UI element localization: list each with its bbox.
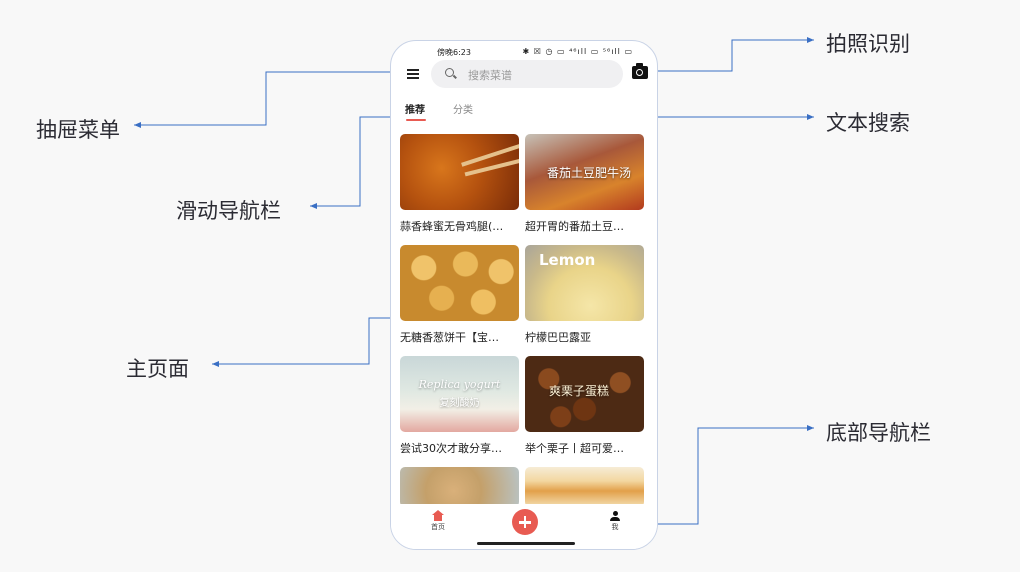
annotation-search: 文本搜索 xyxy=(826,111,910,135)
bottom-nav: 首页 我 xyxy=(391,504,657,549)
recipe-image[interactable]: 番茄土豆肥牛汤 xyxy=(525,134,644,210)
annotation-main-page: 主页面 xyxy=(126,357,189,381)
recipe-title[interactable]: 柠檬巴巴露亚 xyxy=(525,329,644,345)
nav-home-label: 首页 xyxy=(431,523,445,531)
recipe-image[interactable] xyxy=(400,134,519,210)
recipe-image-caption: Lemon xyxy=(539,251,596,269)
recipe-title[interactable]: 蒜香蜂蜜无骨鸡腿(… xyxy=(400,218,519,234)
recipe-image-subcaption: 复刻酸奶 xyxy=(439,398,480,409)
recipe-image[interactable] xyxy=(400,467,519,507)
search-input[interactable]: 搜索菜谱 xyxy=(468,67,512,83)
recipe-image[interactable]: 爽栗子蛋糕 xyxy=(525,356,644,432)
user-icon xyxy=(610,511,620,521)
recipe-image[interactable]: Lemon xyxy=(525,245,644,321)
tab-recommend[interactable]: 推荐 xyxy=(405,101,425,116)
recipe-image[interactable] xyxy=(400,245,519,321)
recipe-image-caption: 爽栗子蛋糕 xyxy=(549,384,610,398)
home-icon xyxy=(432,510,444,521)
nav-me-label: 我 xyxy=(611,523,619,531)
recipe-image-caption: Replica yogurt xyxy=(418,378,501,391)
recipe-title[interactable]: 无糖香葱饼干【宝… xyxy=(400,329,519,345)
recipe-title[interactable]: 超开胃的番茄土豆… xyxy=(525,218,644,234)
phone-frame: 傍晚6:23 ✱ ☒ ◷ ▭ ⁴⁶ıll ▭ ⁵⁶ıll ▭ 搜索菜谱 推荐 分… xyxy=(390,40,658,550)
tab-category[interactable]: 分类 xyxy=(453,101,473,116)
status-bar: 傍晚6:23 ✱ ☒ ◷ ▭ ⁴⁶ıll ▭ ⁵⁶ıll ▭ xyxy=(391,47,657,61)
recipe-image[interactable] xyxy=(525,467,644,507)
arrow-camera xyxy=(658,37,814,72)
recipe-title[interactable]: 尝试30次才敢分享… xyxy=(400,440,519,456)
annotation-nav-tabs: 滑动导航栏 xyxy=(176,199,281,223)
annotation-drawer: 抽屉菜单 xyxy=(36,118,120,142)
nav-home[interactable]: 首页 xyxy=(427,510,449,532)
home-indicator xyxy=(477,542,575,545)
status-icons: ✱ ☒ ◷ ▭ ⁴⁶ıll ▭ ⁵⁶ıll ▭ xyxy=(522,47,633,56)
recipe-title[interactable]: 举个栗子丨超可爱… xyxy=(525,440,644,456)
search-bar[interactable]: 搜索菜谱 xyxy=(431,60,623,88)
annotation-camera: 拍照识别 xyxy=(826,32,910,56)
nav-me[interactable]: 我 xyxy=(605,511,625,532)
annotation-bottom-nav: 底部导航栏 xyxy=(826,421,931,445)
add-recipe-button[interactable] xyxy=(512,509,538,535)
status-time: 傍晚6:23 xyxy=(437,48,471,57)
magnifier-icon xyxy=(445,68,454,77)
hamburger-icon[interactable] xyxy=(407,69,419,79)
recipe-image-caption: 番茄土豆肥牛汤 xyxy=(547,166,632,180)
tab-indicator xyxy=(406,119,426,121)
recipe-image[interactable]: Replica yogurt 复刻酸奶 xyxy=(400,356,519,432)
camera-icon[interactable] xyxy=(632,63,648,79)
